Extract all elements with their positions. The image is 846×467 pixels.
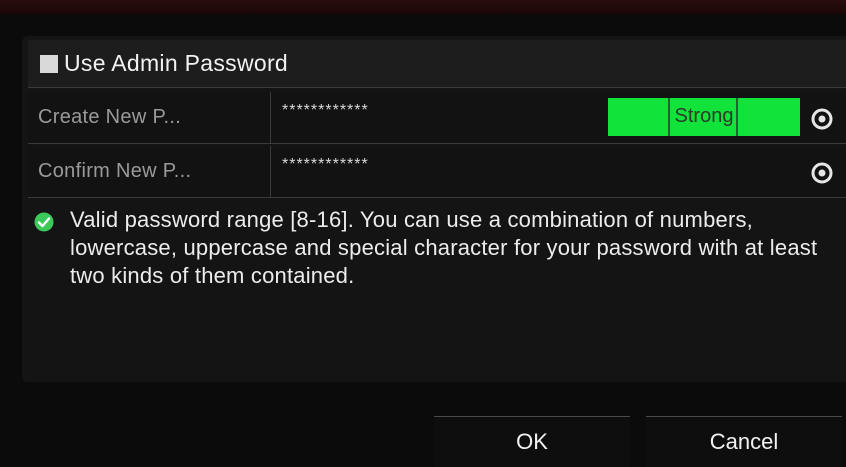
create-password-input[interactable]: ************: [282, 102, 369, 120]
create-password-label: Create New P...: [38, 106, 182, 128]
cancel-button[interactable]: Cancel: [646, 416, 842, 467]
ok-button[interactable]: OK: [434, 416, 630, 467]
create-password-row: Create New P... ************ Strong: [28, 92, 846, 144]
confirm-password-input[interactable]: ************: [282, 156, 369, 174]
password-strength-label: Strong: [674, 105, 734, 127]
column-divider: [270, 146, 271, 198]
check-circle-icon: [34, 212, 54, 232]
confirm-password-row: Confirm New P... ************: [28, 146, 846, 198]
column-divider: [270, 92, 271, 144]
confirm-password-label: Confirm New P...: [38, 160, 192, 182]
show-password-eye-icon[interactable]: [810, 108, 834, 130]
window-top-strip: [0, 0, 846, 14]
use-admin-password-row[interactable]: Use Admin Password: [28, 40, 846, 88]
use-admin-password-checkbox[interactable]: [40, 55, 58, 73]
password-strength-meter: Strong: [608, 98, 800, 136]
show-confirm-password-eye-icon[interactable]: [810, 162, 834, 184]
use-admin-password-label: Use Admin Password: [64, 50, 288, 76]
password-hint-text: Valid password range [8-16]. You can use…: [70, 207, 818, 288]
